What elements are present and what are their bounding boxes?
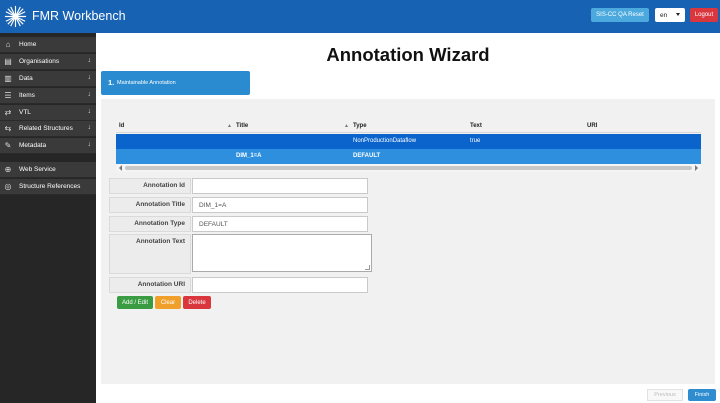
sidebar-item-label: Data bbox=[19, 75, 33, 82]
sort-icon[interactable]: ▲ bbox=[344, 123, 349, 129]
annotation-type-input[interactable] bbox=[192, 216, 368, 232]
arrow-down-icon: ↓ bbox=[87, 74, 92, 81]
step-label: Maintainable Annotation bbox=[117, 80, 176, 86]
delete-button[interactable]: Delete bbox=[183, 296, 211, 309]
arrow-down-icon: ↓ bbox=[87, 57, 92, 64]
step-tab-maintainable-annotation[interactable]: 1. Maintainable Annotation bbox=[101, 71, 250, 95]
language-select[interactable]: en bbox=[655, 8, 685, 22]
grid-header: Id ▲ Title ▲ Type Text URI bbox=[116, 120, 701, 133]
add-edit-button[interactable]: Add / Edit bbox=[117, 296, 153, 309]
page-title: Annotation Wizard bbox=[326, 44, 490, 65]
sidebar: ⌂ Home ▤ Organisations ↓ ▥ Data ↓ ☰ Item… bbox=[0, 33, 96, 403]
horizontal-scrollbar[interactable] bbox=[116, 164, 701, 172]
exchange-icon: ⇆ bbox=[4, 124, 12, 133]
column-header-title[interactable]: Title bbox=[236, 123, 248, 129]
arrow-down-icon: ↓ bbox=[87, 91, 92, 98]
table-row[interactable]: NonProductionDataflow true bbox=[116, 134, 701, 149]
bar-chart-icon: ▥ bbox=[4, 74, 12, 83]
sidebar-item-label: Related Structures bbox=[19, 125, 73, 132]
sidebar-item-structure-references[interactable]: ◎ Structure References bbox=[0, 179, 96, 195]
target-icon: ◎ bbox=[4, 182, 12, 191]
annotation-text-area[interactable] bbox=[192, 234, 372, 272]
annotation-uri-input[interactable] bbox=[192, 277, 368, 293]
building-icon: ▤ bbox=[4, 57, 12, 66]
table-row[interactable]: DIM_1=A DEFAULT bbox=[116, 149, 701, 164]
column-header-type[interactable]: Type bbox=[353, 123, 367, 129]
finish-button[interactable]: Finish bbox=[688, 389, 716, 401]
annotation-id-label: Annotation Id bbox=[109, 178, 191, 194]
sidebar-item-label: Items bbox=[19, 92, 35, 99]
top-bar: FMR Workbench SIS-CC QA Reset en Logout bbox=[0, 0, 720, 33]
sidebar-item-home[interactable]: ⌂ Home bbox=[0, 37, 96, 53]
caret-down-icon bbox=[676, 13, 680, 16]
arrow-left-icon[interactable] bbox=[119, 165, 122, 171]
sidebar-item-vtl[interactable]: ⇄ VTL ↓ bbox=[0, 105, 96, 121]
home-icon: ⌂ bbox=[5, 40, 11, 49]
logo-icon bbox=[4, 5, 27, 28]
arrow-right-icon[interactable] bbox=[695, 165, 698, 171]
resize-grip-icon[interactable] bbox=[365, 265, 370, 270]
pencil-icon: ✎ bbox=[4, 141, 12, 150]
app-title: FMR Workbench bbox=[32, 9, 126, 23]
sidebar-item-label: Home bbox=[19, 41, 37, 48]
language-value: en bbox=[660, 11, 668, 19]
arrow-down-icon: ↓ bbox=[87, 141, 92, 148]
cell-text: true bbox=[470, 138, 481, 144]
annotation-uri-label: Annotation URI bbox=[109, 277, 191, 293]
sidebar-item-organisations[interactable]: ▤ Organisations ↓ bbox=[0, 54, 96, 70]
shuffle-icon: ⇄ bbox=[4, 108, 12, 117]
sidebar-item-label: Organisations bbox=[19, 58, 60, 65]
step-number: 1. bbox=[108, 78, 115, 87]
cell-title: DIM_1=A bbox=[236, 153, 262, 159]
cell-type: NonProductionDataflow bbox=[353, 138, 417, 144]
globe-icon: ⊕ bbox=[4, 165, 12, 174]
sort-icon[interactable]: ▲ bbox=[227, 123, 232, 129]
column-header-text[interactable]: Text bbox=[470, 123, 482, 129]
sidebar-item-label: Structure References bbox=[19, 183, 81, 190]
column-header-id[interactable]: Id bbox=[119, 123, 124, 129]
sidebar-item-related-structures[interactable]: ⇆ Related Structures ↓ bbox=[0, 121, 96, 137]
sidebar-item-items[interactable]: ☰ Items ↓ bbox=[0, 88, 96, 104]
sidebar-item-label: VTL bbox=[19, 109, 31, 116]
scrollbar-thumb[interactable] bbox=[125, 166, 692, 170]
list-icon: ☰ bbox=[4, 91, 12, 100]
logout-button[interactable]: Logout bbox=[690, 8, 718, 22]
annotation-text-label: Annotation Text bbox=[109, 234, 191, 274]
arrow-down-icon: ↓ bbox=[87, 108, 92, 115]
annotation-title-input[interactable] bbox=[192, 197, 368, 213]
column-header-uri[interactable]: URI bbox=[587, 123, 597, 129]
reset-button[interactable]: SIS-CC QA Reset bbox=[591, 8, 649, 22]
previous-button[interactable]: Previous bbox=[647, 389, 683, 401]
arrow-down-icon: ↓ bbox=[87, 124, 92, 131]
annotation-type-label: Annotation Type bbox=[109, 216, 191, 232]
annotation-id-input[interactable] bbox=[192, 178, 368, 194]
sidebar-item-data[interactable]: ▥ Data ↓ bbox=[0, 71, 96, 87]
sidebar-item-label: Web Service bbox=[19, 166, 56, 173]
sidebar-item-web-service[interactable]: ⊕ Web Service bbox=[0, 162, 96, 178]
annotation-title-label: Annotation Title bbox=[109, 197, 191, 213]
cell-type: DEFAULT bbox=[353, 153, 381, 159]
sidebar-item-label: Metadata bbox=[19, 142, 47, 149]
clear-button[interactable]: Clear bbox=[155, 296, 181, 309]
sidebar-item-metadata[interactable]: ✎ Metadata ↓ bbox=[0, 138, 96, 154]
